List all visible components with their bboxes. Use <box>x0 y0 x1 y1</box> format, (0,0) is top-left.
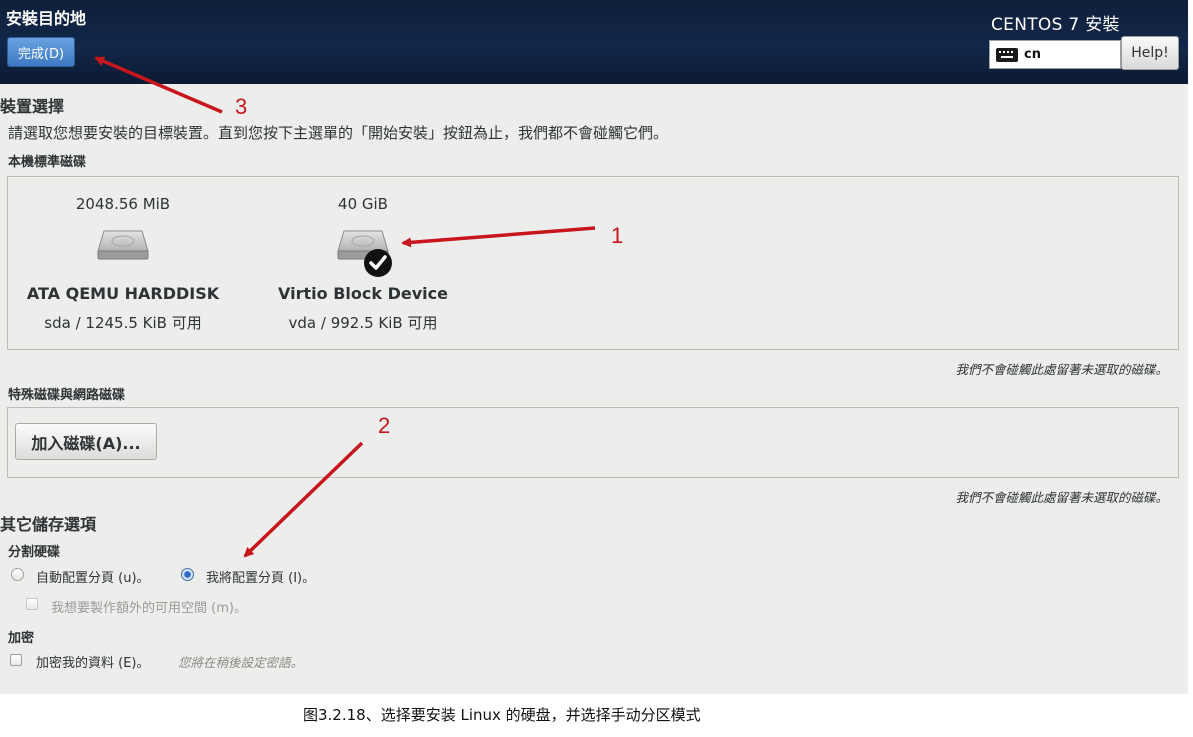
keyboard-icon <box>996 47 1018 62</box>
disk-size: 2048.56 MiB <box>75 195 171 213</box>
disk-sda[interactable]: 2048.56 MiB ATA QEMU HARDDISK sda / 1245… <box>8 177 238 349</box>
manual-partition-radio[interactable] <box>181 568 194 581</box>
disk-vda[interactable]: 40 GiB Virtio Block Device vda / 992.5 K… <box>258 177 468 349</box>
keyboard-layout-indicator[interactable]: cn <box>989 40 1121 69</box>
passphrase-hint: 您將在稍後設定密語。 <box>178 655 304 670</box>
encrypt-checkbox[interactable] <box>10 654 22 666</box>
device-selection-intro: 請選取您想要安裝的目標裝置。直到您按下主選單的「開始安裝」按鈕為止，我們都不會碰… <box>8 124 669 142</box>
device-selection-heading: 裝置選擇 <box>0 97 65 116</box>
extra-space-checkbox[interactable] <box>26 598 38 610</box>
disk-name: ATA QEMU HARDDISK <box>26 284 220 303</box>
extra-space-label[interactable]: 我想要製作額外的可用空間 (m)。 <box>51 597 247 616</box>
special-disks-label: 特殊磁碟與網路磁碟 <box>8 388 126 403</box>
manual-partition-label[interactable]: 我將配置分頁 (I)。 <box>206 567 315 586</box>
figure-caption: 图3.2.18、选择要安装 Linux 的硬盘，并选择手动分区模式 <box>303 706 701 724</box>
header-bar: 安裝目的地 完成(D) CENTOS 7 安裝 cn Help! <box>0 0 1188 84</box>
keyboard-layout-value: cn <box>1024 47 1041 62</box>
encrypt-label[interactable]: 加密我的資料 (E)。 <box>36 652 150 671</box>
help-button[interactable]: Help! <box>1121 36 1179 70</box>
harddisk-icon <box>97 230 149 260</box>
done-button[interactable]: 完成(D) <box>7 37 75 67</box>
auto-partition-label[interactable]: 自動配置分頁 (u)。 <box>36 567 150 586</box>
local-disks-panel: 2048.56 MiB ATA QEMU HARDDISK sda / 1245… <box>7 176 1179 350</box>
add-disk-button[interactable]: 加入磁碟(A)... <box>15 423 157 460</box>
special-disks-panel <box>7 407 1179 478</box>
auto-partition-radio[interactable] <box>11 568 24 581</box>
local-disks-label: 本機標準磁碟 <box>8 155 87 170</box>
other-storage-heading: 其它儲存選項 <box>0 515 97 534</box>
disk-info: sda / 1245.5 KiB 可用 <box>44 314 202 332</box>
encryption-label: 加密 <box>8 631 35 646</box>
local-disks-note: 我們不會碰觸此處留著未選取的磁碟。 <box>955 362 1168 377</box>
installer-window: 安裝目的地 完成(D) CENTOS 7 安裝 cn Help! 裝置選擇 請選… <box>0 0 1188 694</box>
selected-check-icon <box>364 249 392 277</box>
disk-size: 40 GiB <box>338 195 388 213</box>
product-title: CENTOS 7 安裝 <box>991 15 1120 35</box>
disk-name: Virtio Block Device <box>278 284 448 303</box>
page-title: 安裝目的地 <box>6 9 87 28</box>
special-disks-note: 我們不會碰觸此處留著未選取的磁碟。 <box>955 490 1168 505</box>
disk-info: vda / 992.5 KiB 可用 <box>288 314 438 332</box>
partitioning-label: 分割硬碟 <box>8 545 61 560</box>
